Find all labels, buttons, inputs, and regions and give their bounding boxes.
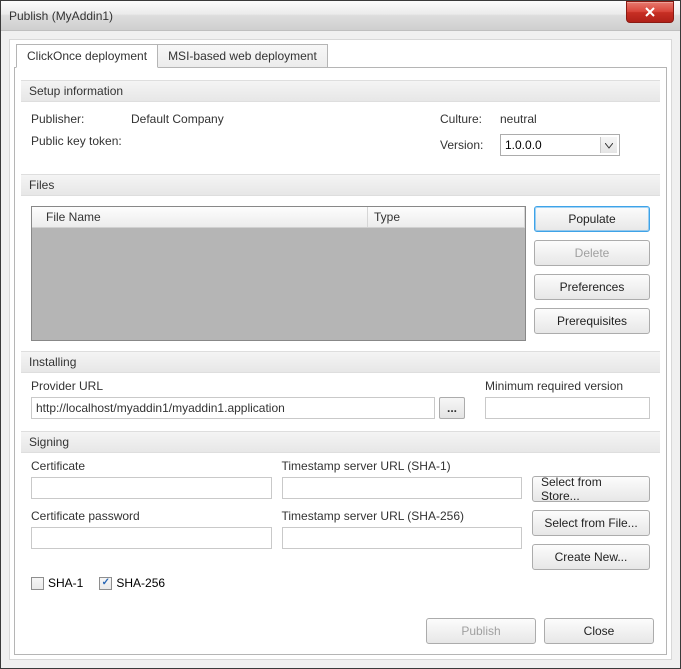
version-label: Version: xyxy=(440,138,500,152)
col-filename[interactable]: File Name xyxy=(32,207,368,227)
section-signing-header: Signing xyxy=(21,431,660,453)
sha256-checkbox[interactable]: SHA-256 xyxy=(99,576,165,590)
installing-body: Provider URL ... Minimum required versio… xyxy=(21,379,660,425)
setup-body: Publisher: Default Company Public key to… xyxy=(21,108,660,168)
create-new-button[interactable]: Create New... xyxy=(532,544,650,570)
sha256-label: SHA-256 xyxy=(116,576,165,590)
prerequisites-button[interactable]: Prerequisites xyxy=(534,308,650,334)
timestamp-sha256-input[interactable] xyxy=(282,527,523,549)
select-from-file-button[interactable]: Select from File... xyxy=(532,510,650,536)
timestamp-sha256-label: Timestamp server URL (SHA-256) xyxy=(282,509,523,523)
tab-msi[interactable]: MSI-based web deployment xyxy=(157,44,328,68)
provider-browse-button[interactable]: ... xyxy=(439,397,465,419)
pkt-label: Public key token: xyxy=(31,134,131,148)
window-title: Publish (MyAddin1) xyxy=(9,9,626,23)
publish-window: Publish (MyAddin1) ClickOnce deployment … xyxy=(0,0,681,669)
certificate-label: Certificate xyxy=(31,459,272,473)
timestamp-sha1-label: Timestamp server URL (SHA-1) xyxy=(282,459,523,473)
publisher-label: Publisher: xyxy=(31,112,131,126)
section-installing-header: Installing xyxy=(21,351,660,373)
min-version-label: Minimum required version xyxy=(485,379,650,393)
delete-button: Delete xyxy=(534,240,650,266)
version-select[interactable]: 1.0.0.0 xyxy=(500,134,620,156)
chevron-down-icon xyxy=(605,143,613,149)
client-area: ClickOnce deployment MSI-based web deplo… xyxy=(9,39,672,660)
sha1-checkbox[interactable]: SHA-1 xyxy=(31,576,83,590)
culture-value: neutral xyxy=(500,112,537,126)
window-close-button[interactable] xyxy=(626,1,674,23)
culture-label: Culture: xyxy=(440,112,500,126)
close-button[interactable]: Close xyxy=(544,618,654,644)
files-table[interactable]: File Name Type xyxy=(31,206,526,341)
populate-button[interactable]: Populate xyxy=(534,206,650,232)
checkbox-icon xyxy=(31,577,44,590)
certificate-password-label: Certificate password xyxy=(31,509,272,523)
files-body: File Name Type Populate Delete Preferenc… xyxy=(21,202,660,345)
titlebar[interactable]: Publish (MyAddin1) xyxy=(1,1,680,31)
tab-clickonce[interactable]: ClickOnce deployment xyxy=(16,44,158,68)
min-version-input[interactable] xyxy=(485,397,650,419)
sha1-label: SHA-1 xyxy=(48,576,83,590)
files-header-row: File Name Type xyxy=(32,207,525,228)
signing-body: Certificate Certificate password Timesta… xyxy=(21,459,660,570)
preferences-button[interactable]: Preferences xyxy=(534,274,650,300)
provider-url-label: Provider URL xyxy=(31,379,465,393)
timestamp-sha1-input[interactable] xyxy=(282,477,523,499)
certificate-input[interactable] xyxy=(31,477,272,499)
close-icon xyxy=(645,7,655,17)
publish-button: Publish xyxy=(426,618,536,644)
hash-checkboxes: SHA-1 SHA-256 xyxy=(21,570,660,592)
col-type[interactable]: Type xyxy=(368,207,525,227)
tab-panel: Setup information Publisher: Default Com… xyxy=(14,67,667,655)
select-from-store-button[interactable]: Select from Store... xyxy=(532,476,650,502)
certificate-password-input[interactable] xyxy=(31,527,272,549)
dialog-buttons: Publish Close xyxy=(21,610,660,648)
section-setup-header: Setup information xyxy=(21,80,660,102)
checkbox-checked-icon xyxy=(99,577,112,590)
publisher-value: Default Company xyxy=(131,112,224,126)
version-value: 1.0.0.0 xyxy=(505,138,542,152)
section-files-header: Files xyxy=(21,174,660,196)
provider-url-input[interactable] xyxy=(31,397,435,419)
tab-strip: ClickOnce deployment MSI-based web deplo… xyxy=(14,44,667,68)
